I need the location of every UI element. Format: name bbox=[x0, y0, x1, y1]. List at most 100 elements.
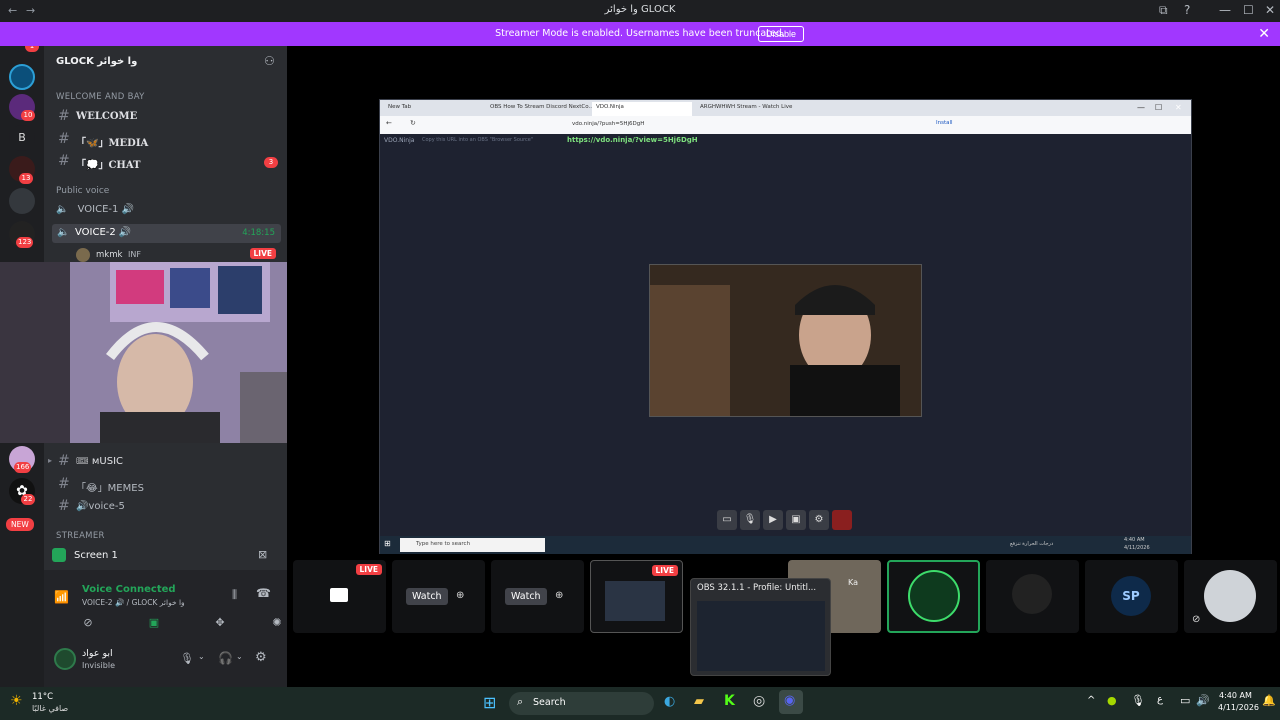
voice-label: VOICE-1 🔊 bbox=[77, 204, 135, 215]
noise-icon[interactable]: ⫼ bbox=[232, 588, 237, 602]
screen-share-icon[interactable]: ▣ bbox=[786, 510, 806, 530]
category-public-voice[interactable]: Public voice bbox=[56, 186, 109, 196]
activities-icon[interactable]: ✥ bbox=[204, 616, 236, 636]
participant-tile[interactable]: Watch ⊕ bbox=[491, 560, 584, 633]
server-letter-icon[interactable]: B bbox=[9, 125, 35, 151]
person-add-icon[interactable]: ⚇ bbox=[264, 54, 275, 68]
headphones-icon[interactable]: 🎧 bbox=[218, 651, 233, 665]
hangup-icon[interactable] bbox=[832, 510, 852, 530]
server-badge: 123 bbox=[16, 237, 34, 248]
caret-icon: ▸ bbox=[48, 456, 53, 465]
volume-icon[interactable]: 🔊 bbox=[1196, 694, 1210, 707]
chevron-down-icon[interactable]: ⌄ bbox=[236, 652, 243, 661]
close-icon[interactable]: ✕ bbox=[1175, 103, 1182, 112]
category-streamer[interactable]: STREAMER bbox=[56, 531, 105, 541]
notification-icon[interactable]: 🔔 bbox=[1262, 694, 1276, 707]
chevron-down-icon[interactable]: ⌄ bbox=[198, 652, 205, 661]
screen-share-active-icon[interactable]: ▣ bbox=[138, 616, 170, 636]
install-button[interactable]: Install bbox=[936, 120, 953, 126]
browser-addressbar: ← ↻ vdo.ninja/?push=5Hj6DgH Install bbox=[380, 116, 1191, 134]
browser-tab[interactable]: ARGHWHWH Stream - Watch Live bbox=[700, 104, 792, 110]
clock-date[interactable]: 4/11/2026 bbox=[1218, 703, 1259, 712]
kick-icon[interactable]: K bbox=[724, 693, 735, 709]
soundboard-icon[interactable]: ✺ bbox=[270, 616, 284, 636]
participant-tile-active[interactable]: LIVE bbox=[590, 560, 683, 633]
minimize-button[interactable]: — bbox=[1219, 3, 1231, 17]
weather-desc[interactable]: صافي غالبًا bbox=[32, 704, 68, 713]
disable-button[interactable]: Disable bbox=[758, 26, 805, 42]
voice-label: VOICE-2 🔊 bbox=[75, 227, 132, 238]
close-window-button[interactable]: ✕ bbox=[1265, 3, 1275, 17]
voice-status[interactable]: Voice Connected bbox=[82, 584, 176, 595]
channel-welcome[interactable]: # WELCOME bbox=[48, 108, 281, 126]
participant-tile-speaking[interactable] bbox=[887, 560, 980, 633]
participant-tile[interactable]: ⊘ bbox=[1184, 560, 1277, 633]
channel-media[interactable]: # 「🦋」MEDIA bbox=[48, 131, 281, 149]
voice-channel-1[interactable]: 🔈 VOICE-1 🔊 bbox=[56, 204, 281, 222]
voice-channel-2[interactable]: 🔈 VOICE-2 🔊 4:18:15 bbox=[52, 224, 281, 243]
maximize-button[interactable]: ☐ bbox=[1155, 103, 1162, 112]
vdo-controls: ▭ 🎙 ▶ ▣ ⚙ bbox=[715, 510, 857, 532]
voice-member[interactable]: mkmk INF LIVE bbox=[76, 248, 276, 262]
channel-music[interactable]: ▸ # 🎟 ᴍUSIC bbox=[48, 453, 281, 471]
user-name[interactable]: ابو عواد bbox=[82, 648, 113, 659]
disconnect-icon[interactable]: ☎ bbox=[256, 586, 271, 600]
taskbar-search[interactable]: ⌕ Search bbox=[509, 692, 654, 715]
user-panel: Screen 1 ⊠ 📶 Voice Connected VOICE-2 🔊 /… bbox=[44, 542, 287, 687]
shared-screen[interactable]: New Tab OBS How To Stream Discord NextCo… bbox=[379, 99, 1192, 554]
participant-tile[interactable]: LIVE bbox=[293, 560, 386, 633]
windows-start-icon[interactable]: ⊞ bbox=[483, 693, 496, 712]
participant-tile[interactable]: SP bbox=[1085, 560, 1178, 633]
participant-tile[interactable]: Watch ⊕ bbox=[392, 560, 485, 633]
popout-icon[interactable]: ⊕ bbox=[456, 590, 464, 601]
maximize-button[interactable]: ☐ bbox=[1243, 3, 1254, 17]
channel-voice5[interactable]: # 🔊voice-5 bbox=[48, 498, 281, 516]
chat-icon[interactable]: ▭ bbox=[717, 510, 737, 530]
browser-tab-active[interactable]: VDO.Ninja bbox=[592, 102, 692, 116]
speaker-icon: 🔈 bbox=[56, 204, 69, 215]
chevron-up-icon[interactable]: ^ bbox=[1087, 695, 1095, 706]
microphone-icon[interactable]: 🎙 bbox=[740, 510, 760, 530]
microphone-icon[interactable]: 🎙 bbox=[180, 652, 194, 665]
server-name[interactable]: GLOCK وا خوائر bbox=[56, 56, 137, 67]
camera-icon[interactable]: ▶ bbox=[763, 510, 783, 530]
obs-thumbnail-popup[interactable]: OBS 32.1.1 - Profile: Untitl... bbox=[690, 578, 831, 676]
weather-icon[interactable]: ☀ bbox=[10, 693, 23, 709]
gear-icon[interactable]: ⚙ bbox=[255, 650, 267, 665]
camera-off-icon[interactable]: ⊘ bbox=[72, 616, 104, 636]
browser-tabbar: New Tab OBS How To Stream Discord NextCo… bbox=[380, 100, 1191, 116]
help-icon[interactable]: ? bbox=[1184, 3, 1190, 17]
browser-tab[interactable]: New Tab bbox=[388, 104, 411, 110]
obs-icon[interactable]: ◎ bbox=[753, 693, 765, 709]
avatar bbox=[908, 570, 960, 622]
microphone-icon[interactable]: 🎙 bbox=[1131, 694, 1145, 707]
server-icon[interactable] bbox=[9, 188, 35, 214]
category-welcome[interactable]: WELCOME AND BAY bbox=[56, 92, 145, 102]
close-icon[interactable]: ✕ bbox=[1258, 26, 1270, 42]
channel-memes[interactable]: # 「😂」MEMES bbox=[48, 476, 281, 494]
language-indicator[interactable]: ع bbox=[1157, 694, 1163, 705]
inbox-icon[interactable]: ⧉ bbox=[1159, 3, 1168, 18]
weather-temp[interactable]: 11°C bbox=[32, 692, 53, 702]
stop-share-icon[interactable]: ⊠ bbox=[258, 548, 267, 561]
watch-button[interactable]: Watch bbox=[505, 588, 547, 605]
vdo-link[interactable]: https://vdo.ninja/?view=5Hj6DgH bbox=[567, 136, 698, 144]
server-icon[interactable] bbox=[9, 64, 35, 90]
participant-tile[interactable] bbox=[986, 560, 1079, 633]
tray-app-icon[interactable]: ● bbox=[1107, 694, 1117, 707]
minimize-button[interactable]: — bbox=[1137, 103, 1145, 112]
edge-icon[interactable]: ◐ bbox=[664, 694, 675, 709]
channel-chat[interactable]: # 「💭」CHAT 3 bbox=[48, 153, 281, 171]
avatar[interactable] bbox=[54, 648, 76, 670]
watch-button[interactable]: Watch bbox=[406, 588, 448, 605]
url-field[interactable]: vdo.ninja/?push=5Hj6DgH bbox=[572, 121, 644, 127]
network-icon[interactable]: ▭ bbox=[1180, 694, 1190, 707]
browser-tab[interactable]: OBS How To Stream Discord NextCo... bbox=[490, 104, 594, 110]
popout-icon[interactable]: ⊕ bbox=[555, 590, 563, 601]
gear-icon[interactable]: ⚙ bbox=[809, 510, 829, 530]
voice-location[interactable]: VOICE-2 🔊 / GLOCK وا خوائر bbox=[82, 598, 185, 607]
back-arrow-icon[interactable]: ← bbox=[386, 119, 392, 127]
file-explorer-icon[interactable]: ▰ bbox=[694, 694, 704, 709]
reload-icon[interactable]: ↻ bbox=[410, 119, 416, 127]
clock-time[interactable]: 4:40 AM bbox=[1219, 691, 1252, 700]
